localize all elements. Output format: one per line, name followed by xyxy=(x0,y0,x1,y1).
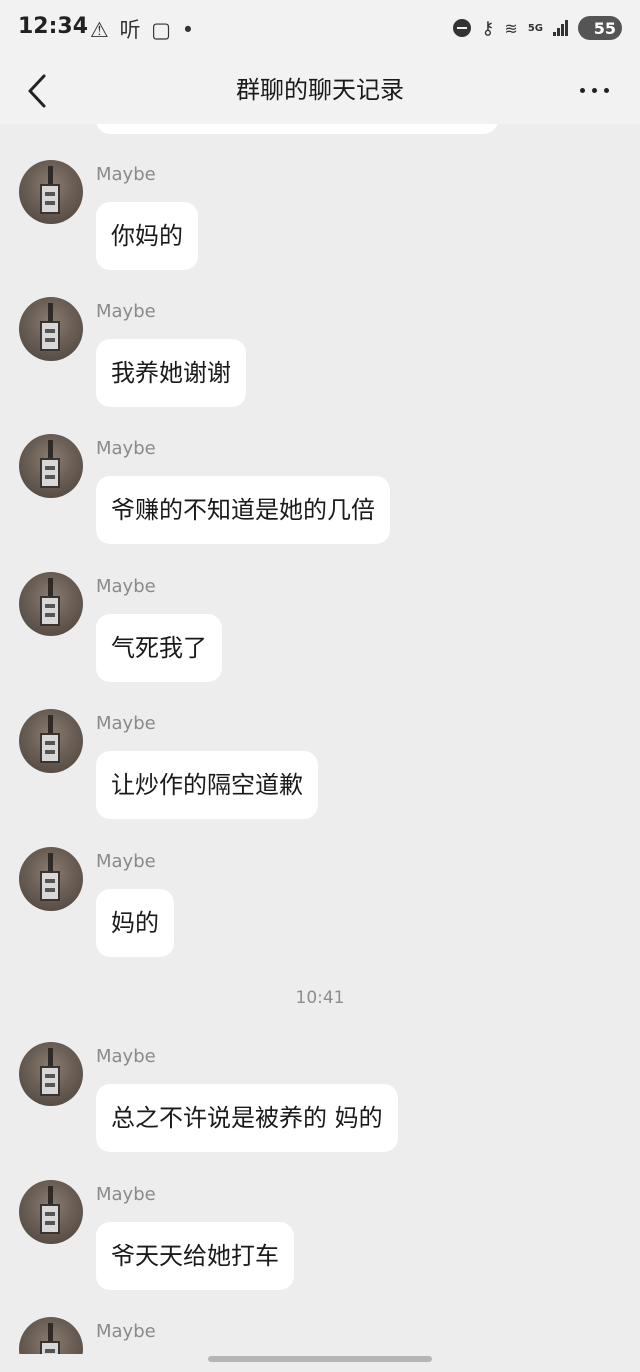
network-type: 5G xyxy=(527,22,543,34)
message-timestamp: 10:41 xyxy=(295,988,345,1008)
avatar[interactable] xyxy=(19,709,83,773)
signal-bars-icon xyxy=(553,20,568,36)
avatar[interactable] xyxy=(19,160,83,224)
more-options-icon[interactable] xyxy=(580,88,610,94)
sender-name: Maybe xyxy=(96,576,156,597)
sender-name: Maybe xyxy=(96,438,156,459)
message-item: Maybe 妈的 xyxy=(0,811,640,957)
sender-name: Maybe xyxy=(96,164,156,185)
notification-icons: ⚠ 听 ▢ • xyxy=(90,18,197,42)
battery-indicator: 55 xyxy=(578,16,622,40)
message-item: Maybe 爷赚的不知道是她的几倍 xyxy=(0,398,640,544)
status-time: 12:34 xyxy=(18,14,89,39)
message-bubble[interactable]: 你妈的 xyxy=(96,202,198,270)
sender-name: Maybe xyxy=(96,1321,156,1342)
message-item: Maybe 爷天天给她打车 xyxy=(0,1144,640,1290)
message-item: Maybe 气死我了 xyxy=(0,536,640,682)
message-item: Maybe xyxy=(0,1281,640,1354)
status-right-icons: ⚷ ≋ 5G 55 xyxy=(453,14,622,42)
sender-name: Maybe xyxy=(96,1184,156,1205)
home-indicator[interactable] xyxy=(208,1356,432,1362)
avatar[interactable] xyxy=(19,297,83,361)
status-bar: 12:34 ⚠ 听 ▢ • ⚷ ≋ 5G 55 xyxy=(0,0,640,58)
sender-name: Maybe xyxy=(96,851,156,872)
key-icon: ⚷ xyxy=(481,17,495,39)
chat-history[interactable]: Maybe 你妈的 Maybe 我养她谢谢 Maybe 爷赚的不知道是她的几倍 … xyxy=(0,124,640,1354)
navigation-bar: 群聊的聊天记录 xyxy=(0,58,640,124)
avatar[interactable] xyxy=(19,572,83,636)
sender-name: Maybe xyxy=(96,301,156,322)
avatar[interactable] xyxy=(19,434,83,498)
message-item: Maybe 你妈的 xyxy=(0,124,640,270)
do-not-disturb-icon xyxy=(453,19,472,37)
message-bubble[interactable]: 总之不许说是被养的 妈的 xyxy=(96,1084,398,1152)
message-item: Maybe 让炒作的隔空道歉 xyxy=(0,673,640,819)
message-item: Maybe 我养她谢谢 xyxy=(0,261,640,407)
avatar[interactable] xyxy=(19,1317,83,1354)
wifi-icon: ≋ xyxy=(504,18,518,38)
page-title: 群聊的聊天记录 xyxy=(236,76,404,104)
message-bubble[interactable]: 让炒作的隔空道歉 xyxy=(96,751,318,819)
message-bubble[interactable]: 妈的 xyxy=(96,889,174,957)
sender-name: Maybe xyxy=(96,713,156,734)
avatar[interactable] xyxy=(19,847,83,911)
sender-name: Maybe xyxy=(96,1046,156,1067)
message-bubble[interactable]: 爷赚的不知道是她的几倍 xyxy=(96,476,390,544)
message-bubble[interactable]: 我养她谢谢 xyxy=(96,339,246,407)
message-item: Maybe 总之不许说是被养的 妈的 xyxy=(0,1006,640,1152)
message-bubble[interactable]: 气死我了 xyxy=(96,614,222,682)
avatar[interactable] xyxy=(19,1180,83,1244)
avatar[interactable] xyxy=(19,1042,83,1106)
message-bubble[interactable]: 爷天天给她打车 xyxy=(96,1222,294,1290)
